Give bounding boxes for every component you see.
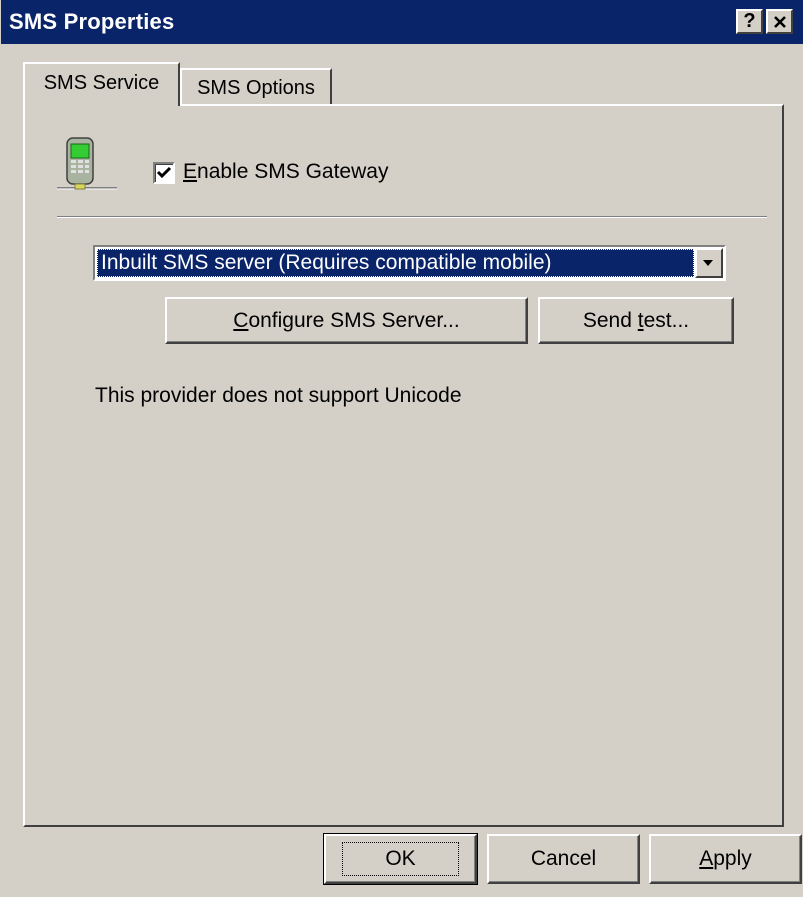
close-icon (773, 15, 786, 28)
cancel-button[interactable]: Cancel (487, 834, 640, 884)
tab-panel (23, 104, 784, 827)
help-button[interactable]: ? (736, 9, 763, 34)
tab-sms-options[interactable]: SMS Options (180, 68, 332, 106)
tab-sms-service[interactable]: SMS Service (23, 62, 180, 106)
tab-sms-options-label: SMS Options (197, 76, 315, 99)
close-button[interactable] (766, 9, 793, 34)
apply-label: Apply (699, 847, 752, 871)
apply-button[interactable]: Apply (649, 834, 802, 884)
apply-label-rest: pply (713, 847, 752, 870)
apply-mnemonic: A (699, 847, 714, 870)
cancel-label: Cancel (530, 847, 597, 870)
window-title: SMS Properties (9, 9, 175, 34)
ok-label: OK (342, 842, 459, 876)
ok-button[interactable]: OK (323, 833, 478, 885)
title-bar[interactable]: SMS Properties ? (1, 0, 803, 44)
sms-properties-dialog: SMS Properties ? SMS Service SMS Options (0, 0, 803, 897)
tab-sms-service-label: SMS Service (43, 71, 160, 94)
help-icon: ? (743, 10, 756, 32)
